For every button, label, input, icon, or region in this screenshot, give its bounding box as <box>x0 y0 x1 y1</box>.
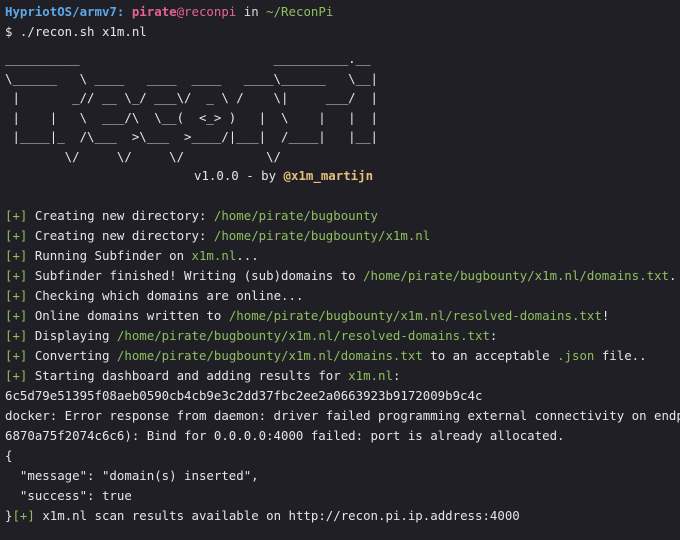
status-prefix: [+] <box>5 268 28 283</box>
prompt-username: pirate <box>131 4 177 19</box>
version-line: v1.0.0 - by @x1m_martijn <box>5 166 680 186</box>
log-highlight: /home/pirate/bugbounty/x1m.nl/resolved-d… <box>116 328 490 343</box>
json-open-brace: { <box>5 448 13 463</box>
banner-line: | _// __ \_/ ___\/ _ \ / \| ___/ | <box>5 90 378 105</box>
status-prefix: [+] <box>5 348 28 363</box>
banner-line: \/ \/ \/ \/ <box>5 148 282 164</box>
version-text: v1.0.0 - by <box>194 168 277 183</box>
log-suffix: . <box>668 268 677 283</box>
banner-line: \______ \ ____ ____ ____ ____\______ \__… <box>5 70 378 86</box>
final-result-line: }[+] x1m.nl scan results available on ht… <box>5 506 680 526</box>
log-suffix: file.. <box>594 348 647 363</box>
prompt-line: HypriotOS/armv7: pirate@reconpi in ~/Rec… <box>5 2 680 22</box>
status-prefix: [+] <box>5 208 28 223</box>
prompt-user: HypriotOS/armv7: <box>5 4 125 19</box>
status-prefix: [+] <box>5 228 28 243</box>
log-highlight: /home/pirate/bugbounty/x1m.nl/domains.tx… <box>116 348 423 363</box>
log-text: Online domains written to <box>27 308 229 323</box>
log-highlight: /home/pirate/bugbounty <box>213 208 379 223</box>
log-text: Creating new directory: <box>27 208 214 223</box>
log-highlight: .json <box>557 348 595 363</box>
log-highlight: /home/pirate/bugbounty/x1m.nl/resolved-d… <box>228 308 602 323</box>
log-line: [+] Starting dashboard and adding result… <box>5 366 680 386</box>
prompt-host: @reconpi <box>176 4 237 19</box>
command-line: $ ./recon.sh x1m.nl <box>5 24 147 39</box>
status-prefix: [+] <box>5 308 28 323</box>
log-suffix: ! <box>601 308 610 323</box>
status-prefix: [+] <box>5 328 28 343</box>
log-suffix: : <box>392 368 401 383</box>
log-line: [+] Subfinder finished! Writing (sub)dom… <box>5 266 680 286</box>
log-text: Checking which domains are online... <box>27 288 304 303</box>
json-success-line: "success": true <box>5 488 132 503</box>
log-highlight: x1m.nl <box>191 248 237 263</box>
status-prefix: [+] <box>5 248 28 263</box>
log-line: [+] Checking which domains are online... <box>5 286 680 306</box>
log-text: Running Subfinder on <box>27 248 192 263</box>
log-suffix: : <box>489 328 498 343</box>
log-output: [+] Creating new directory: /home/pirate… <box>5 206 680 386</box>
log-text: Creating new directory: <box>27 228 214 243</box>
log-line: [+] Running Subfinder on x1m.nl... <box>5 246 680 266</box>
log-line: [+] Converting /home/pirate/bugbounty/x1… <box>5 346 680 366</box>
log-line: [+] Creating new directory: /home/pirate… <box>5 206 680 226</box>
banner-line: | | \ ___/\ \__( <_> ) | \ | | | <box>5 109 378 125</box>
banner-line: __________ __________.__ <box>5 51 371 66</box>
status-prefix: [+] <box>12 508 35 523</box>
log-line: [+] Online domains written to /home/pira… <box>5 306 680 326</box>
log-text: Converting <box>27 348 117 363</box>
docker-error-line: 6870a75f2074c6c6): Bind for 0.0.0.0:4000… <box>5 428 565 443</box>
log-suffix: to an acceptable <box>422 348 558 363</box>
log-highlight: /home/pirate/bugbounty/x1m.nl <box>213 228 431 243</box>
log-line: [+] Displaying /home/pirate/bugbounty/x1… <box>5 326 680 346</box>
ascii-banner: __________ __________.__ \______ \ ____ … <box>5 49 680 166</box>
prompt-in: in <box>243 4 259 19</box>
final-result-text: x1m.nl scan results available on http://… <box>34 508 520 523</box>
terminal-window[interactable]: HypriotOS/armv7: pirate@reconpi in ~/Rec… <box>0 0 680 540</box>
log-text: Starting dashboard and adding results fo… <box>27 368 349 383</box>
log-highlight: /home/pirate/bugbounty/x1m.nl/domains.tx… <box>363 268 669 283</box>
json-message-line: "message": "domain(s) inserted", <box>5 468 259 483</box>
log-suffix: ... <box>236 248 259 263</box>
status-prefix: [+] <box>5 368 28 383</box>
status-prefix: [+] <box>5 288 28 303</box>
log-text: Subfinder finished! Writing (sub)domains… <box>27 268 364 283</box>
docker-error-line: docker: Error response from daemon: driv… <box>5 408 680 423</box>
log-text: Displaying <box>27 328 117 343</box>
banner-line: |____|_ /\___ >\___ >____/|___| /____| |… <box>5 129 378 144</box>
author-handle: @x1m_martijn <box>283 168 374 183</box>
log-highlight: x1m.nl <box>348 368 393 383</box>
container-hash: 6c5d79e51395f08aeb0590cb4cb9e3c2dd37fbc2… <box>5 388 483 403</box>
log-line: [+] Creating new directory: /home/pirate… <box>5 226 680 246</box>
prompt-path: ~/ReconPi <box>266 4 334 19</box>
